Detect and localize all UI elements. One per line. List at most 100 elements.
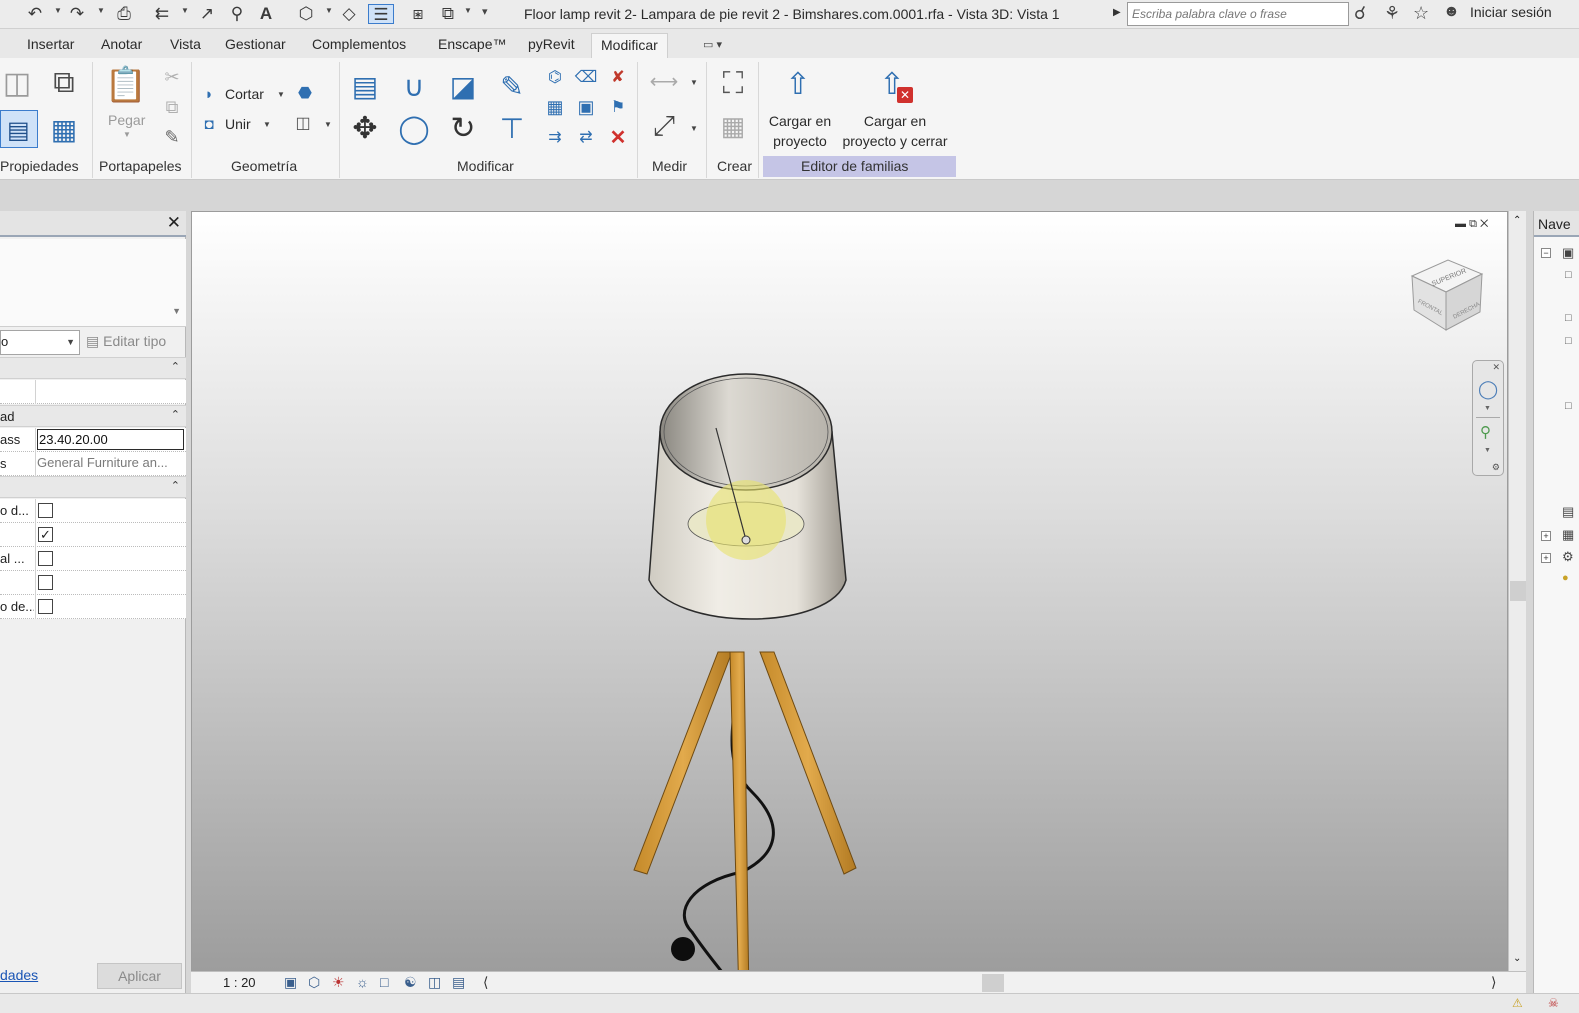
steering-wheel-icon[interactable]: ◯: [1478, 379, 1498, 400]
measure-dropdown-icon[interactable]: ▼: [690, 78, 698, 87]
array-icon[interactable]: ▦: [544, 96, 566, 118]
analytical-model-icon[interactable]: ▤: [452, 974, 465, 991]
signin-link[interactable]: Iniciar sesión: [1470, 4, 1552, 20]
property-row-checkbox[interactable]: o d...: [0, 499, 186, 523]
property-section-header[interactable]: ⌃: [0, 357, 186, 379]
pin-icon[interactable]: ⚑: [607, 96, 629, 118]
3d-viewport[interactable]: ▬ ⧉ ✕ SUPERIOR FRONTAL DERECHA ✕ ◯ ▼ ⚲ ▼…: [191, 211, 1508, 971]
load-into-project-icon[interactable]: ⇧: [778, 64, 818, 104]
detail-level-icon[interactable]: ▣: [284, 974, 297, 991]
viewcube[interactable]: SUPERIOR FRONTAL DERECHA: [1400, 252, 1490, 342]
horizontal-scrollbar-thumb[interactable]: [982, 974, 1004, 992]
zoom-icon[interactable]: ⚲: [1480, 423, 1491, 441]
text-icon[interactable]: A: [256, 4, 276, 24]
viewport-vertical-scrollbar[interactable]: ⌃ ⌄: [1508, 211, 1526, 971]
copy-icon[interactable]: ⧉: [160, 96, 184, 118]
cut-dropdown-icon[interactable]: ▼: [277, 90, 285, 99]
split-element-icon[interactable]: ⌬: [544, 66, 566, 88]
chevron-down-icon[interactable]: ▼: [1484, 405, 1491, 412]
split-dropdown-icon[interactable]: ▼: [324, 120, 332, 129]
undo-icon[interactable]: ↶: [24, 4, 46, 24]
shadows-icon[interactable]: ☼: [356, 974, 369, 990]
subscription-icon[interactable]: ⚘: [1384, 3, 1400, 24]
type-properties-icon[interactable]: ▦: [44, 110, 84, 148]
3d-dropdown-icon[interactable]: ▼: [325, 6, 333, 15]
load-into-project-button[interactable]: Cargar en proyecto: [767, 111, 833, 151]
search-field[interactable]: [1127, 2, 1349, 26]
create-similar-icon[interactable]: ▦: [712, 106, 754, 146]
property-checkbox[interactable]: [38, 575, 53, 590]
aligned-dimension-tool-icon[interactable]: ⤢: [644, 108, 684, 144]
tag-icon[interactable]: ⚲: [226, 4, 248, 24]
tab-anotar[interactable]: Anotar: [101, 36, 142, 52]
close-hidden-windows-icon[interactable]: ⧆: [406, 4, 430, 24]
scrollbar-thumb[interactable]: [1510, 581, 1526, 601]
tab-pyrevit[interactable]: pyRevit: [528, 36, 575, 52]
property-checkbox[interactable]: [38, 599, 53, 614]
dimension-tool-dropdown-icon[interactable]: ▼: [690, 124, 698, 133]
3d-view-icon[interactable]: ⬡: [294, 4, 318, 24]
section-icon[interactable]: ◇: [338, 4, 360, 24]
visual-style-icon[interactable]: ⬡: [308, 974, 320, 991]
minimize-icon[interactable]: ▬: [1455, 218, 1466, 230]
rotate-icon[interactable]: ↻: [443, 108, 483, 148]
chevron-down-icon[interactable]: ▼: [1484, 447, 1491, 454]
cut-clipboard-icon[interactable]: ✂: [160, 66, 184, 88]
scroll-right-icon[interactable]: ⟩: [1491, 974, 1496, 991]
title-arrow-icon[interactable]: ▶: [1113, 7, 1121, 18]
split-gap-icon[interactable]: ⌫: [575, 66, 598, 88]
property-section-header[interactable]: ⌃: [0, 476, 186, 498]
property-row-checkbox[interactable]: ✓: [0, 523, 186, 547]
aligned-dimension-icon[interactable]: ⇇: [150, 4, 174, 24]
tab-vista[interactable]: Vista: [170, 36, 201, 52]
mirror-pick-axis-icon[interactable]: ◪: [443, 66, 483, 106]
close-icon[interactable]: ✕: [1492, 362, 1500, 373]
measure-between-icon[interactable]: ⟷: [644, 70, 684, 93]
join-geometry-icon[interactable]: ◘: [199, 114, 219, 134]
property-row-omniclass-title[interactable]: s General Furniture an...: [0, 452, 186, 476]
trim-extend-corner-icon[interactable]: ⊤: [492, 108, 532, 148]
void-form-icon[interactable]: ⬣: [293, 82, 317, 104]
property-row-checkbox[interactable]: [0, 571, 186, 595]
switch-windows-dropdown-icon[interactable]: ▼: [464, 6, 472, 15]
options-icon[interactable]: ⚙: [1492, 462, 1500, 473]
edit-type-button[interactable]: ▤ Editar tipo: [86, 333, 166, 350]
tree-collapse-icon[interactable]: −: [1541, 248, 1551, 258]
tab-insertar[interactable]: Insertar: [27, 36, 74, 52]
dimension-dropdown-icon[interactable]: ▼: [181, 6, 189, 15]
redo-dropdown-icon[interactable]: ▼: [97, 6, 105, 15]
omniclass-number-field[interactable]: 23.40.20.00: [37, 429, 184, 450]
tree-expand-icon[interactable]: +: [1541, 553, 1551, 563]
switch-windows-icon[interactable]: ⧉: [436, 4, 460, 24]
scroll-down-icon[interactable]: ⌄: [1513, 953, 1521, 964]
paste-icon[interactable]: 📋: [105, 64, 147, 106]
close-icon[interactable]: ✕: [1480, 218, 1488, 230]
family-types-icon[interactable]: ◫: [0, 64, 34, 102]
unpin-icon[interactable]: ✘: [607, 66, 629, 88]
restore-icon[interactable]: ⧉: [1469, 218, 1477, 230]
undo-dropdown-icon[interactable]: ▼: [54, 6, 62, 15]
align-icon[interactable]: ▤: [345, 66, 385, 106]
type-selector-dropdown-icon[interactable]: ▼: [172, 306, 181, 316]
property-row-omniclass[interactable]: ass 23.40.20.00: [0, 428, 186, 452]
tab-enscape[interactable]: Enscape™: [438, 36, 506, 52]
join-geometry-button[interactable]: Unir: [225, 116, 251, 132]
property-row-checkbox[interactable]: al ...: [0, 547, 186, 571]
type-selector[interactable]: ▼: [0, 239, 186, 327]
floor-lamp-model[interactable]: [612, 312, 892, 971]
filter-icon[interactable]: ☠: [1548, 996, 1559, 1010]
scroll-up-icon[interactable]: ⌃: [1513, 215, 1521, 226]
tab-gestionar[interactable]: Gestionar: [225, 36, 286, 52]
instance-filter-select[interactable]: o ▼: [0, 330, 80, 355]
match-properties-icon[interactable]: ✎: [160, 126, 184, 148]
split-face-icon[interactable]: ◫: [291, 112, 315, 134]
minimize-ribbon-icon[interactable]: ▭ ▾: [703, 38, 722, 51]
load-into-project-and-close-button[interactable]: Cargar en proyecto y cerrar: [838, 111, 952, 151]
warning-icon[interactable]: ⚠: [1512, 996, 1523, 1010]
sun-path-icon[interactable]: ☀: [332, 974, 345, 991]
scroll-left-icon[interactable]: ⟨: [483, 974, 488, 991]
scale-icon[interactable]: ▣: [575, 96, 597, 118]
tree-expand-icon[interactable]: +: [1541, 531, 1551, 541]
properties-help-link[interactable]: dades: [0, 967, 38, 983]
move-icon[interactable]: ✥: [345, 108, 385, 148]
